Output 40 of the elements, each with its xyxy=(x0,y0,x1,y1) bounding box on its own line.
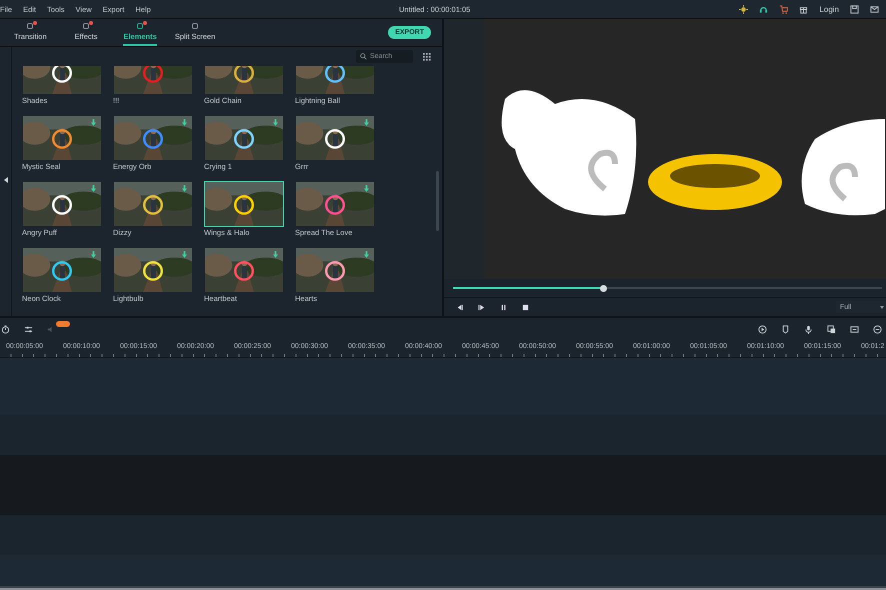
layers-icon[interactable] xyxy=(827,324,836,334)
login-link[interactable]: Login xyxy=(819,4,839,14)
headset-icon[interactable] xyxy=(759,4,768,14)
download-icon[interactable] xyxy=(364,185,369,192)
beta-badge xyxy=(56,320,70,326)
download-icon[interactable] xyxy=(273,119,278,126)
stop-icon[interactable] xyxy=(522,304,529,310)
previous-frame-icon[interactable] xyxy=(456,304,463,310)
pause-icon[interactable] xyxy=(500,304,507,310)
render-icon[interactable] xyxy=(758,324,767,334)
scrollbar[interactable] xyxy=(0,586,886,590)
save-icon[interactable] xyxy=(850,4,859,14)
marker-icon[interactable] xyxy=(781,324,790,334)
square-icon xyxy=(191,22,200,30)
download-icon[interactable] xyxy=(91,251,96,258)
square-icon xyxy=(136,22,144,30)
download-icon[interactable] xyxy=(182,119,187,126)
gift-icon[interactable] xyxy=(799,4,808,14)
zoom-out-icon[interactable] xyxy=(873,324,882,334)
download-icon[interactable] xyxy=(91,185,96,192)
sun-icon[interactable] xyxy=(739,4,748,14)
scrollbar[interactable] xyxy=(436,171,439,231)
search-icon xyxy=(360,53,367,60)
download-icon[interactable] xyxy=(182,185,187,192)
mail-icon[interactable] xyxy=(870,4,879,14)
download-icon[interactable] xyxy=(273,251,278,258)
subtitle-icon[interactable] xyxy=(850,324,859,334)
collapse-arrow-icon[interactable] xyxy=(4,176,8,182)
download-icon[interactable] xyxy=(364,119,369,126)
download-icon[interactable] xyxy=(91,119,96,126)
sliders-icon[interactable] xyxy=(24,324,33,334)
microphone-icon[interactable] xyxy=(804,324,813,334)
square-icon xyxy=(82,22,90,30)
square-icon xyxy=(26,22,34,30)
cart-icon[interactable] xyxy=(779,4,788,14)
play-icon[interactable] xyxy=(478,304,485,310)
timer-icon[interactable] xyxy=(1,324,10,334)
download-icon[interactable] xyxy=(364,251,369,258)
download-icon[interactable] xyxy=(182,251,187,258)
grid-view-icon[interactable] xyxy=(423,52,431,60)
